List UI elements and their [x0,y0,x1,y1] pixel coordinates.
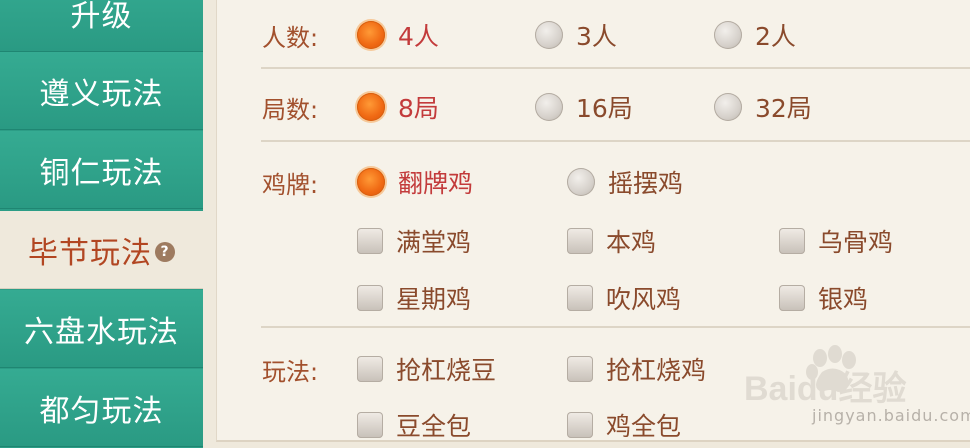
divider [261,67,970,69]
sidebar-item-zunyi[interactable]: 遵义玩法 [0,52,203,130]
option-label: 豆全包 [396,412,472,441]
option-label: 本鸡 [606,228,657,257]
option-label: 银鸡 [818,285,869,314]
checkbox-icon [567,285,593,311]
radio-selected-icon [357,168,385,196]
checkbox-mantang[interactable]: 满堂鸡 [357,223,471,259]
option-label: 吹风鸡 [606,285,682,314]
checkbox-icon [567,412,593,438]
players-option-2[interactable]: 2人 [714,17,796,53]
option-label: 星期鸡 [396,285,472,314]
option-label: 3人 [576,22,617,51]
radio-icon [535,93,563,121]
option-label: 8局 [398,94,439,123]
sidebar-item-duyun[interactable]: 都匀玩法 [0,369,203,447]
rules-label: 玩法: [262,358,319,386]
checkbox-icon [567,356,593,382]
checkbox-icon [357,412,383,438]
radio-icon [567,168,595,196]
sidebar-item-tongren[interactable]: 铜仁玩法 [0,131,203,209]
sidebar-item-label: 六盘水玩法 [24,314,179,350]
option-label: 乌骨鸡 [818,228,894,257]
divider [261,326,970,328]
sidebar-item-label: 都匀玩法 [39,393,164,429]
sidebar-item-label: 铜仁玩法 [39,155,164,191]
radio-icon [714,93,742,121]
watermark-url: jingyan.baidu.com [812,406,970,425]
option-label: 满堂鸡 [396,228,472,257]
chicken-label: 鸡牌: [262,171,319,199]
radio-selected-icon [357,93,385,121]
option-label: 4人 [398,22,439,51]
watermark-logo: Baidu经验 [744,369,906,408]
option-label: 抢杠烧鸡 [606,356,707,385]
checkbox-xingqi[interactable]: 星期鸡 [357,280,471,316]
rounds-option-8[interactable]: 8局 [357,89,439,125]
checkbox-wugu[interactable]: 乌骨鸡 [779,223,893,259]
checkbox-douquanbao[interactable]: 豆全包 [357,407,471,443]
checkbox-icon [357,356,383,382]
option-label: 翻牌鸡 [398,169,474,198]
rounds-option-32[interactable]: 32局 [714,89,812,125]
rounds-option-16[interactable]: 16局 [535,89,633,125]
checkbox-icon [357,228,383,254]
rounds-label: 局数: [262,96,319,124]
sidebar-item-label: 毕节玩法 [28,235,152,271]
option-label: 16局 [576,94,633,123]
sidebar-item-bijie[interactable]: 毕节玩法? [0,211,203,289]
radio-icon [535,21,563,49]
radio-icon [714,21,742,49]
sidebar-item-label: 升级 [70,0,133,34]
players-option-3[interactable]: 3人 [535,17,617,53]
checkbox-icon [779,228,805,254]
radio-selected-icon [357,21,385,49]
option-label: 摇摆鸡 [608,169,684,198]
checkbox-icon [779,285,805,311]
divider [261,140,970,142]
sidebar-item-upgrade[interactable]: 升级 [0,0,203,52]
checkbox-yinji[interactable]: 银鸡 [779,280,868,316]
players-option-4[interactable]: 4人 [357,17,439,53]
option-label: 抢杠烧豆 [396,356,497,385]
chicken-option-fanpai[interactable]: 翻牌鸡 [357,164,473,200]
players-label: 人数: [262,24,319,52]
option-label: 32局 [755,94,812,123]
chicken-option-yaobai[interactable]: 摇摆鸡 [567,164,683,200]
checkbox-qianggang-shaoji[interactable]: 抢杠烧鸡 [567,351,706,387]
checkbox-qianggang-shaodou[interactable]: 抢杠烧豆 [357,351,496,387]
sidebar-item-liupanshui[interactable]: 六盘水玩法 [0,290,203,368]
sidebar: 升级 遵义玩法 铜仁玩法 毕节玩法? 六盘水玩法 都匀玩法 [0,0,203,448]
option-label: 2人 [755,22,796,51]
checkbox-chuifeng[interactable]: 吹风鸡 [567,280,681,316]
option-label: 鸡全包 [606,412,682,441]
help-icon[interactable]: ? [155,241,175,262]
checkbox-icon [357,285,383,311]
checkbox-benji[interactable]: 本鸡 [567,223,656,259]
checkbox-jiquanbao[interactable]: 鸡全包 [567,407,681,443]
checkbox-icon [567,228,593,254]
sidebar-item-label: 遵义玩法 [39,76,164,112]
